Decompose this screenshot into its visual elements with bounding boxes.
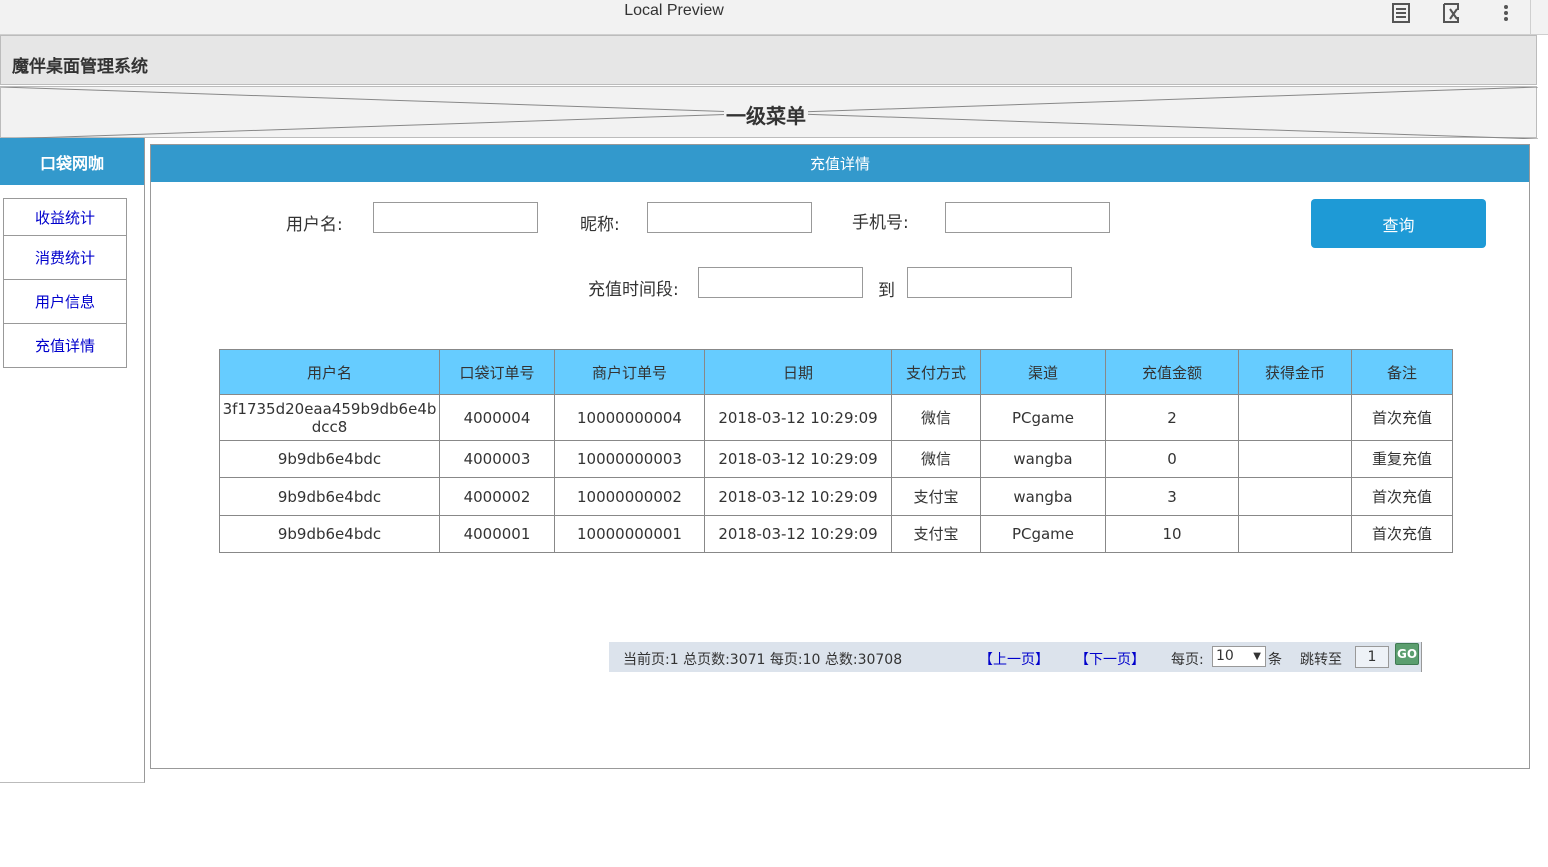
recharge-details-panel: 充值详情 用户名: 昵称: 手机号: 查询 充值时间段: 到 用户名 口袋订单号… bbox=[150, 144, 1530, 769]
cell-payment-method: 微信 bbox=[891, 440, 981, 478]
cell-coins bbox=[1238, 394, 1352, 441]
column-header: 支付方式 bbox=[891, 349, 981, 395]
cell-remark: 首次充值 bbox=[1351, 394, 1453, 441]
cell-amount: 2 bbox=[1105, 394, 1239, 441]
per-page-unit: 条 bbox=[1268, 652, 1282, 668]
jump-label: 跳转至 bbox=[1300, 652, 1342, 668]
window-title: Local Preview bbox=[624, 2, 724, 19]
cell-merchant-order: 10000000004 bbox=[554, 394, 705, 441]
cell-username: 9b9db6e4bdc bbox=[219, 440, 440, 478]
cell-remark: 首次充值 bbox=[1351, 515, 1453, 553]
sidebar-item-consumption-stats[interactable]: 消费统计 bbox=[3, 236, 127, 280]
column-header: 用户名 bbox=[219, 349, 440, 395]
phone-label: 手机号: bbox=[852, 213, 909, 233]
username-label: 用户名: bbox=[286, 215, 343, 235]
table-row: 9b9db6e4bdc 4000001 10000000001 2018-03-… bbox=[219, 515, 1453, 553]
recharge-table: 用户名 口袋订单号 商户订单号 日期 支付方式 渠道 充值金额 获得金币 备注 … bbox=[219, 349, 1453, 553]
extension-x-icon[interactable] bbox=[1440, 1, 1464, 25]
cell-merchant-order: 10000000001 bbox=[554, 515, 705, 553]
per-page-select[interactable]: 10 ▼ bbox=[1212, 646, 1266, 667]
app-title: 魔伴桌面管理系统 bbox=[12, 57, 148, 77]
cell-date: 2018-03-12 10:29:09 bbox=[704, 394, 892, 441]
column-header: 充值金额 bbox=[1105, 349, 1239, 395]
sidebar: 口袋网咖 收益统计 消费统计 用户信息 充值详情 bbox=[0, 138, 145, 783]
go-button[interactable]: GO bbox=[1395, 643, 1419, 665]
prev-page-link[interactable]: 【上一页】 bbox=[979, 649, 1049, 669]
next-page-link[interactable]: 【下一页】 bbox=[1075, 649, 1145, 669]
cell-amount: 0 bbox=[1105, 440, 1239, 478]
phone-input[interactable] bbox=[945, 202, 1110, 233]
cell-channel: wangba bbox=[980, 477, 1106, 516]
time-range-label: 充值时间段: bbox=[588, 280, 679, 300]
cell-payment-method: 支付宝 bbox=[891, 477, 981, 516]
cell-remark: 重复充值 bbox=[1351, 440, 1453, 478]
cell-date: 2018-03-12 10:29:09 bbox=[704, 440, 892, 478]
cell-merchant-order: 10000000002 bbox=[554, 477, 705, 516]
column-header: 商户订单号 bbox=[554, 349, 705, 395]
per-page-label: 每页: bbox=[1171, 652, 1204, 668]
sidebar-nav: 收益统计 消费统计 用户信息 充值详情 bbox=[3, 198, 127, 368]
app-header: 魔伴桌面管理系统 bbox=[0, 35, 1537, 85]
end-time-input[interactable] bbox=[907, 267, 1072, 298]
pagination-summary: 当前页:1 总页数:3071 每页:10 总数:30708 bbox=[623, 652, 903, 668]
dropdown-arrow-icon: ▼ bbox=[1253, 651, 1261, 662]
table-header-row: 用户名 口袋订单号 商户订单号 日期 支付方式 渠道 充值金额 获得金币 备注 bbox=[219, 349, 1453, 395]
sidebar-item-recharge-details[interactable]: 充值详情 bbox=[3, 324, 127, 368]
sidebar-title: 口袋网咖 bbox=[0, 138, 144, 185]
cell-payment-method: 微信 bbox=[891, 394, 981, 441]
table-row: 9b9db6e4bdc 4000002 10000000002 2018-03-… bbox=[219, 477, 1453, 516]
cell-date: 2018-03-12 10:29:09 bbox=[704, 477, 892, 516]
cell-date: 2018-03-12 10:29:09 bbox=[704, 515, 892, 553]
cell-username: 9b9db6e4bdc bbox=[219, 477, 440, 516]
cell-username: 9b9db6e4bdc bbox=[219, 515, 440, 553]
username-input[interactable] bbox=[373, 202, 538, 233]
cell-amount: 10 bbox=[1105, 515, 1239, 553]
panel-title: 充值详情 bbox=[151, 145, 1529, 182]
nickname-label: 昵称: bbox=[580, 215, 620, 235]
table-row: 9b9db6e4bdc 4000003 10000000003 2018-03-… bbox=[219, 440, 1453, 478]
sidebar-item-user-info[interactable]: 用户信息 bbox=[3, 280, 127, 324]
column-header: 口袋订单号 bbox=[439, 349, 555, 395]
nickname-input[interactable] bbox=[647, 202, 812, 233]
cell-coins bbox=[1238, 515, 1352, 553]
cell-amount: 3 bbox=[1105, 477, 1239, 516]
per-page-value: 10 bbox=[1216, 648, 1234, 664]
cell-channel: PCgame bbox=[980, 394, 1106, 441]
column-header: 备注 bbox=[1351, 349, 1453, 395]
cell-pocket-order: 4000001 bbox=[439, 515, 555, 553]
cell-channel: wangba bbox=[980, 440, 1106, 478]
cell-pocket-order: 4000004 bbox=[439, 394, 555, 441]
pagination-bar: 当前页:1 总页数:3071 每页:10 总数:30708 【上一页】 【下一页… bbox=[609, 642, 1422, 672]
time-range-to-label: 到 bbox=[878, 281, 895, 301]
cell-coins bbox=[1238, 440, 1352, 478]
column-header: 获得金币 bbox=[1238, 349, 1352, 395]
query-button[interactable]: 查询 bbox=[1311, 199, 1486, 248]
cell-pocket-order: 4000003 bbox=[439, 440, 555, 478]
menu-title: 一级菜单 bbox=[724, 104, 808, 128]
cell-username: 3f1735d20eaa459b9db6e4bdcc8 bbox=[219, 394, 440, 441]
table-row: 3f1735d20eaa459b9db6e4bdcc8 4000004 1000… bbox=[219, 394, 1453, 441]
more-vertical-icon[interactable] bbox=[1494, 1, 1518, 25]
cell-payment-method: 支付宝 bbox=[891, 515, 981, 553]
preview-toolbar: Local Preview bbox=[0, 0, 1548, 35]
cell-channel: PCgame bbox=[980, 515, 1106, 553]
cell-pocket-order: 4000002 bbox=[439, 477, 555, 516]
document-icon[interactable] bbox=[1389, 1, 1413, 25]
start-time-input[interactable] bbox=[698, 267, 863, 298]
column-header: 日期 bbox=[704, 349, 892, 395]
primary-menu: 一级菜单 bbox=[0, 86, 1538, 139]
jump-page-input[interactable]: 1 bbox=[1355, 646, 1389, 668]
cell-remark: 首次充值 bbox=[1351, 477, 1453, 516]
cell-merchant-order: 10000000003 bbox=[554, 440, 705, 478]
cell-coins bbox=[1238, 477, 1352, 516]
sidebar-item-revenue-stats[interactable]: 收益统计 bbox=[3, 198, 127, 236]
toolbar-divider bbox=[1530, 0, 1531, 34]
column-header: 渠道 bbox=[980, 349, 1106, 395]
